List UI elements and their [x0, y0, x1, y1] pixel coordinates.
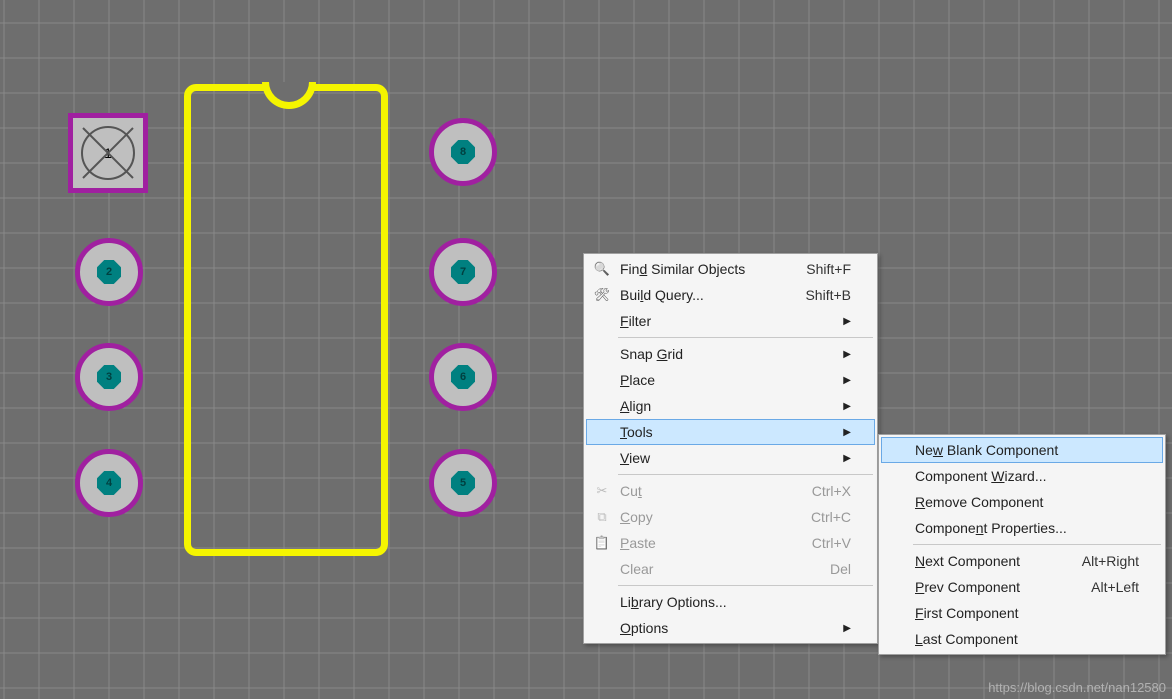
menu-item-label: Snap Grid [620, 346, 683, 362]
menu-item-label: Remove Component [915, 494, 1043, 510]
scissors-icon: ✂ [590, 483, 614, 499]
menu-item[interactable]: Align ▶ [586, 393, 875, 419]
menu-item[interactable]: Component Wizard... [881, 463, 1163, 489]
menu-item-label: Prev Component [915, 579, 1020, 595]
chevron-right-icon: ▶ [843, 375, 851, 386]
context-menu[interactable]: 🔍 Find Similar Objects Shift+F 🛠 Build Query… [583, 253, 878, 644]
menu-item: ✂ Cut Ctrl+X [586, 478, 875, 504]
component-outline [184, 84, 388, 556]
chevron-right-icon: ▶ [843, 316, 851, 327]
chevron-right-icon: ▶ [843, 427, 851, 438]
search-icon: 🔍 [590, 261, 614, 277]
menu-item[interactable]: View ▶ [586, 445, 875, 471]
pad-1[interactable]: 1 [68, 113, 148, 193]
menu-item-label: Next Component [915, 553, 1020, 569]
menu-item-label: Last Component [915, 631, 1018, 647]
menu-item: Clear Del [586, 556, 875, 582]
pad-number: 4 [97, 471, 121, 495]
menu-shortcut: Del [830, 561, 851, 577]
menu-shortcut: Shift+F [806, 261, 851, 277]
menu-item-label: Find Similar Objects [620, 261, 745, 277]
chevron-right-icon: ▶ [843, 349, 851, 360]
pad-3[interactable]: 3 [75, 343, 143, 411]
menu-shortcut: Alt+Left [1091, 579, 1139, 595]
pcb-canvas[interactable]: 1 2 3 4 5 6 7 8 🔍 Find Similar Objects Shift+F 🛠 Bu… [0, 0, 1172, 699]
menu-item[interactable]: Options ▶ [586, 615, 875, 641]
pad-6[interactable]: 6 [429, 343, 497, 411]
menu-item[interactable]: Library Options... [586, 589, 875, 615]
pad-5[interactable]: 5 [429, 449, 497, 517]
copy-icon: ⧉ [590, 509, 614, 525]
menu-item[interactable]: Place ▶ [586, 367, 875, 393]
pad-number: 5 [451, 471, 475, 495]
pad-8[interactable]: 8 [429, 118, 497, 186]
menu-shortcut: Ctrl+C [811, 509, 851, 525]
menu-separator [618, 337, 873, 338]
pad-number: 7 [451, 260, 475, 284]
pad-number: 6 [451, 365, 475, 389]
menu-item[interactable]: Tools ▶ [586, 419, 875, 445]
watermark: https://blog.csdn.net/nan12580 [988, 680, 1166, 695]
menu-item-label: Filter [620, 313, 651, 329]
menu-item[interactable]: Snap Grid ▶ [586, 341, 875, 367]
menu-item-label: Component Properties... [915, 520, 1067, 536]
menu-item: 📋 Paste Ctrl+V [586, 530, 875, 556]
menu-item[interactable]: Component Properties... [881, 515, 1163, 541]
pad-number: 3 [97, 365, 121, 389]
menu-item-label: Build Query... [620, 287, 704, 303]
menu-item-label: Library Options... [620, 594, 727, 610]
menu-item[interactable]: New Blank Component [881, 437, 1163, 463]
menu-separator [618, 474, 873, 475]
pad-number: 8 [451, 140, 475, 164]
paste-icon: 📋 [590, 535, 614, 551]
pad-4[interactable]: 4 [75, 449, 143, 517]
menu-item-label: Tools [620, 424, 653, 440]
menu-shortcut: Shift+B [805, 287, 851, 303]
menu-shortcut: Ctrl+X [812, 483, 851, 499]
menu-item[interactable]: Filter ▶ [586, 308, 875, 334]
menu-item-label: Paste [620, 535, 656, 551]
chevron-right-icon: ▶ [843, 453, 851, 464]
chevron-right-icon: ▶ [843, 623, 851, 634]
menu-separator [618, 585, 873, 586]
menu-item-label: First Component [915, 605, 1019, 621]
chevron-right-icon: ▶ [843, 401, 851, 412]
menu-item[interactable]: Prev Component Alt+Left [881, 574, 1163, 600]
menu-shortcut: Ctrl+V [812, 535, 851, 551]
menu-item[interactable]: Next Component Alt+Right [881, 548, 1163, 574]
menu-item-label: Component Wizard... [915, 468, 1047, 484]
menu-item-label: Cut [620, 483, 642, 499]
menu-shortcut: Alt+Right [1082, 553, 1139, 569]
menu-item-label: Options [620, 620, 668, 636]
menu-item[interactable]: 🔍 Find Similar Objects Shift+F [586, 256, 875, 282]
pad-7[interactable]: 7 [429, 238, 497, 306]
menu-item[interactable]: First Component [881, 600, 1163, 626]
menu-item-label: Align [620, 398, 651, 414]
menu-item-label: View [620, 450, 650, 466]
menu-item-label: New Blank Component [915, 442, 1058, 458]
menu-item[interactable]: Last Component [881, 626, 1163, 652]
menu-item-label: Copy [620, 509, 653, 525]
tools-submenu[interactable]: New Blank Component Component Wizard... Re… [878, 434, 1166, 655]
menu-item-label: Place [620, 372, 655, 388]
pad-number: 2 [97, 260, 121, 284]
menu-item[interactable]: Remove Component [881, 489, 1163, 515]
menu-item[interactable]: 🛠 Build Query... Shift+B [586, 282, 875, 308]
pad-2[interactable]: 2 [75, 238, 143, 306]
menu-item-label: Clear [620, 561, 653, 577]
menu-item: ⧉ Copy Ctrl+C [586, 504, 875, 530]
menu-separator [913, 544, 1161, 545]
hammer-icon: 🛠 [590, 287, 614, 303]
